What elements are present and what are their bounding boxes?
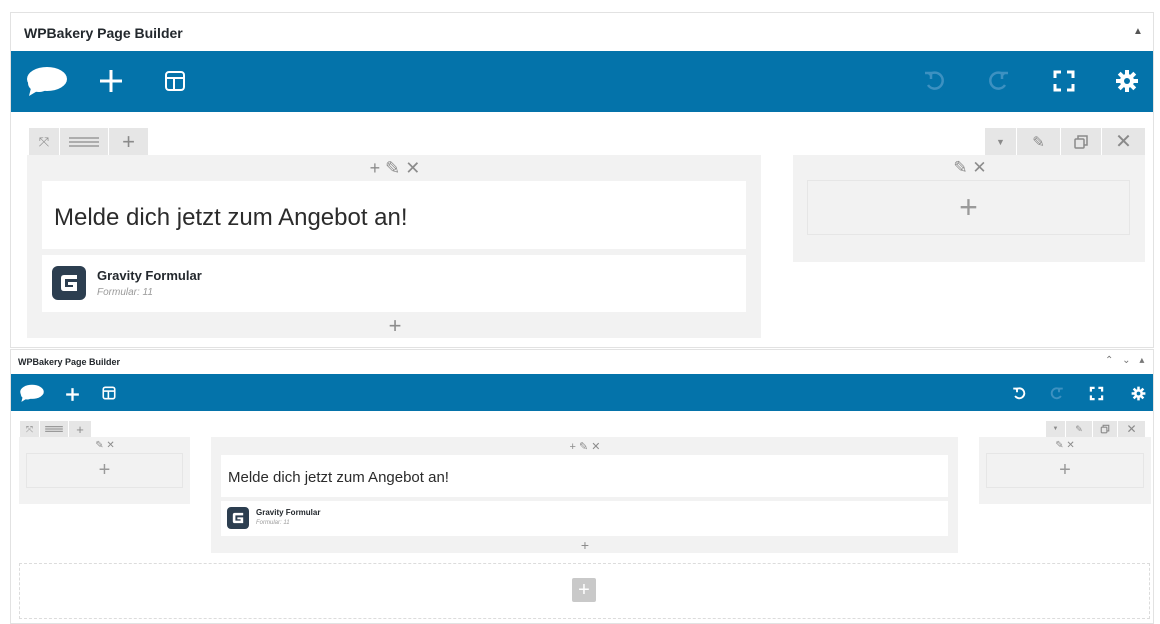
row-caret-down-icon[interactable]: ▼: [1046, 421, 1065, 437]
gravity-forms-logo-icon: [227, 507, 249, 529]
gravity-form-id: Formular: 11: [256, 520, 290, 526]
heading-text: Melde dich jetzt zum Angebot an!: [228, 469, 449, 486]
column-1-empty-add-button[interactable]: +: [26, 453, 183, 488]
gravity-forms-logo-icon: [52, 266, 86, 300]
row-add-icon[interactable]: +: [69, 421, 91, 437]
column-left-add-button[interactable]: +: [382, 313, 408, 338]
gravity-form-id: Formular: 11: [97, 287, 153, 298]
row-close-icon[interactable]: ✕: [1118, 421, 1145, 437]
layout-icon[interactable]: [101, 385, 117, 401]
speech-bubble-logo-icon[interactable]: [25, 63, 69, 99]
gravity-form-element[interactable]: [221, 501, 948, 536]
row-pencil-icon[interactable]: ✎: [1066, 421, 1092, 437]
add-row-button[interactable]: +: [572, 578, 596, 602]
row-columns-icon[interactable]: [60, 128, 108, 155]
column-3-empty-add-button[interactable]: +: [986, 453, 1144, 488]
row-clone-icon[interactable]: [1061, 128, 1101, 155]
gear-icon[interactable]: [1130, 385, 1146, 401]
layout-icon[interactable]: [162, 68, 188, 94]
column-1-controls[interactable]: ✎ ✕: [80, 439, 130, 452]
row-move-icon[interactable]: ⤧: [29, 128, 59, 155]
undo-icon[interactable]: [1011, 385, 1027, 401]
row-add-icon[interactable]: +: [109, 128, 148, 155]
bottom-toolbar: [11, 374, 1153, 411]
fullscreen-icon[interactable]: [1050, 67, 1078, 95]
row-pencil-icon[interactable]: ✎: [1017, 128, 1060, 155]
heading-text: Melde dich jetzt zum Angebot an!: [54, 204, 408, 231]
column-2-add-button[interactable]: +: [576, 537, 594, 553]
row-close-icon[interactable]: ✕: [1102, 128, 1145, 155]
row-caret-down-icon[interactable]: ▼: [985, 128, 1016, 155]
column-right-empty-add-button[interactable]: +: [807, 180, 1130, 235]
fullscreen-icon[interactable]: [1088, 385, 1104, 401]
undo-icon[interactable]: [922, 68, 948, 94]
row-clone-icon[interactable]: [1093, 421, 1117, 437]
column-3-controls[interactable]: ✎ ✕: [1040, 439, 1090, 452]
column-right-controls[interactable]: ✎ ✕: [930, 158, 1010, 178]
column-left-controls[interactable]: + ✎ ✕: [340, 158, 450, 178]
gravity-form-name: Gravity Formular: [97, 268, 202, 283]
bottom-panel-title: WPBakery Page Builder: [18, 357, 121, 367]
gravity-form-element[interactable]: [42, 255, 746, 312]
redo-icon[interactable]: [985, 68, 1011, 94]
redo-icon[interactable]: [1048, 385, 1064, 401]
top-panel-title: WPBakery Page Builder: [24, 25, 183, 41]
column-2-controls[interactable]: + ✎ ✕: [550, 439, 620, 453]
triangle-up-icon[interactable]: ▲: [1133, 26, 1143, 37]
plus-icon[interactable]: [96, 66, 126, 96]
gear-icon[interactable]: [1114, 68, 1140, 94]
speech-bubble-logo-icon[interactable]: [19, 383, 45, 403]
row-columns-icon[interactable]: [40, 421, 68, 437]
plus-icon[interactable]: [63, 385, 81, 403]
gravity-form-name: Gravity Formular: [256, 508, 321, 517]
panel-arrows-icon[interactable]: ⌃ ⌄ ▴: [1105, 355, 1147, 366]
row-move-icon[interactable]: ⤧: [20, 421, 39, 437]
